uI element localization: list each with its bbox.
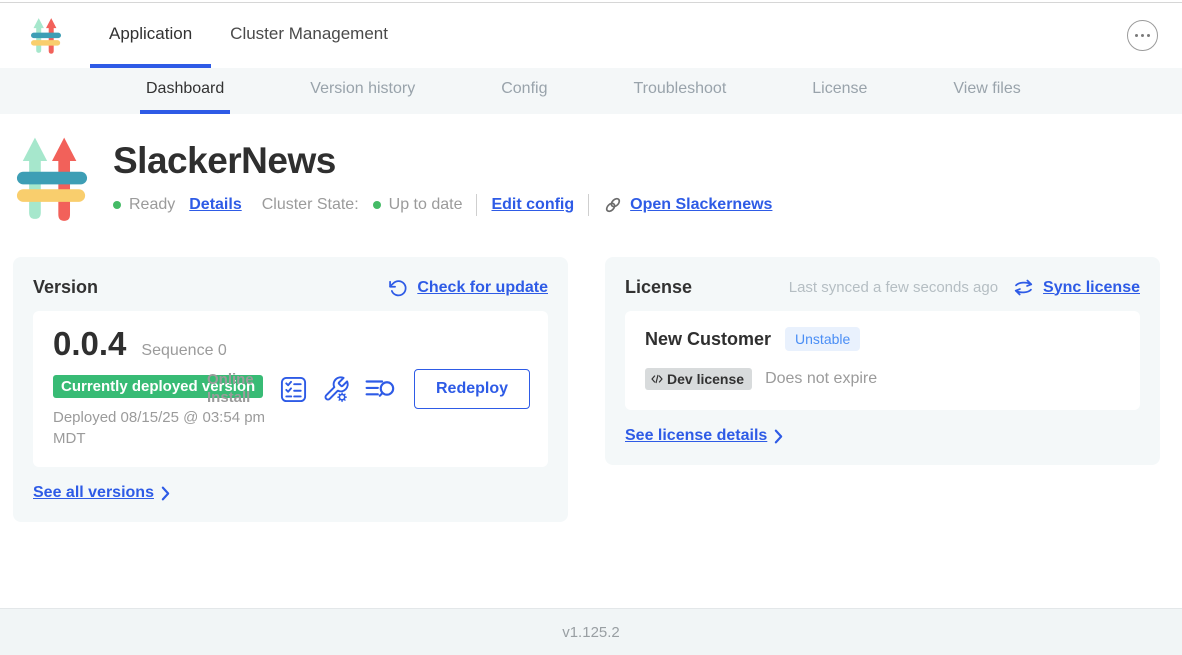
divider bbox=[588, 194, 589, 216]
top-nav-bar: Application Cluster Management bbox=[0, 3, 1182, 68]
ready-status-dot bbox=[113, 201, 121, 209]
subnav-view-files[interactable]: View files bbox=[947, 68, 1026, 114]
refresh-icon bbox=[388, 278, 408, 298]
dashboard-main: SlackerNews Ready Details Cluster State:… bbox=[0, 114, 1182, 522]
tab-cluster-management-label: Cluster Management bbox=[230, 24, 388, 44]
subnav-dashboard[interactable]: Dashboard bbox=[140, 68, 230, 114]
admin-console-page: Application Cluster Management Dashboard… bbox=[0, 0, 1182, 655]
subnav-troubleshoot[interactable]: Troubleshoot bbox=[627, 68, 732, 114]
channel-badge: Unstable bbox=[785, 327, 860, 351]
wrench-gear-config-icon[interactable] bbox=[322, 375, 350, 403]
slackernews-logo-small bbox=[30, 16, 62, 56]
last-synced-text: Last synced a few seconds ago bbox=[789, 279, 998, 296]
tab-cluster-management[interactable]: Cluster Management bbox=[211, 3, 407, 68]
chevron-right-icon bbox=[161, 486, 170, 501]
version-card-title: Version bbox=[33, 277, 98, 298]
console-version: v1.125.2 bbox=[562, 624, 620, 641]
edit-config-link[interactable]: Edit config bbox=[491, 196, 574, 214]
redeploy-button[interactable]: Redeploy bbox=[414, 369, 530, 409]
ellipsis-menu-button[interactable] bbox=[1127, 20, 1158, 51]
app-header: SlackerNews Ready Details Cluster State:… bbox=[0, 114, 1182, 227]
cluster-state-value: Up to date bbox=[389, 196, 463, 214]
subnav-version-history[interactable]: Version history bbox=[304, 68, 421, 114]
cluster-state-dot bbox=[373, 201, 381, 209]
check-for-update-link[interactable]: Check for update bbox=[417, 279, 548, 297]
subnav-license[interactable]: License bbox=[806, 68, 873, 114]
license-expiry: Does not expire bbox=[765, 370, 877, 388]
preflight-checklist-icon[interactable] bbox=[280, 376, 307, 403]
see-all-versions-link[interactable]: See all versions bbox=[33, 484, 170, 502]
license-type-badge: Dev license bbox=[645, 368, 752, 390]
customer-name: New Customer bbox=[645, 329, 771, 350]
open-app-link[interactable]: Open Slackernews bbox=[630, 196, 772, 214]
tab-application-label: Application bbox=[109, 24, 192, 44]
license-card: License Last synced a few seconds ago Sy… bbox=[605, 257, 1160, 465]
cluster-state-label: Cluster State: bbox=[262, 196, 359, 214]
sync-arrows-icon bbox=[1013, 278, 1034, 297]
tab-application[interactable]: Application bbox=[90, 3, 211, 68]
console-footer: v1.125.2 bbox=[0, 608, 1182, 655]
version-actions: Online Install bbox=[207, 369, 530, 409]
current-version-panel: 0.0.4 Sequence 0 Currently deployed vers… bbox=[33, 311, 548, 467]
sync-license-link[interactable]: Sync license bbox=[1043, 279, 1140, 297]
deployed-timestamp: Deployed 08/15/25 @ 03:54 pm MDT bbox=[53, 407, 268, 449]
install-type-label: Online Install bbox=[207, 371, 261, 407]
code-icon bbox=[650, 373, 664, 385]
details-link[interactable]: Details bbox=[189, 196, 241, 214]
see-license-details-link[interactable]: See license details bbox=[625, 427, 783, 445]
chain-link-icon bbox=[603, 195, 623, 215]
dashboard-cards: Version Check for update 0.0.4 bbox=[0, 227, 1182, 522]
version-card: Version Check for update 0.0.4 bbox=[13, 257, 568, 522]
app-subnav: Dashboard Version history Config Trouble… bbox=[0, 68, 1182, 114]
license-card-title: License bbox=[625, 277, 692, 298]
sequence-label: Sequence 0 bbox=[141, 342, 226, 360]
divider bbox=[476, 194, 477, 216]
slackernews-logo-large bbox=[15, 132, 89, 227]
license-details-panel: New Customer Unstable Dev license Does n… bbox=[625, 311, 1140, 410]
version-number: 0.0.4 bbox=[53, 325, 126, 363]
ready-status-text: Ready bbox=[129, 196, 175, 214]
console-tabs: Application Cluster Management bbox=[90, 3, 407, 68]
chevron-right-icon bbox=[774, 429, 783, 444]
page-title: SlackerNews bbox=[113, 140, 772, 182]
subnav-config[interactable]: Config bbox=[495, 68, 553, 114]
ellipsis-icon bbox=[1135, 34, 1139, 38]
app-status-row: Ready Details Cluster State: Up to date … bbox=[113, 194, 772, 216]
file-search-icon[interactable] bbox=[365, 376, 395, 402]
